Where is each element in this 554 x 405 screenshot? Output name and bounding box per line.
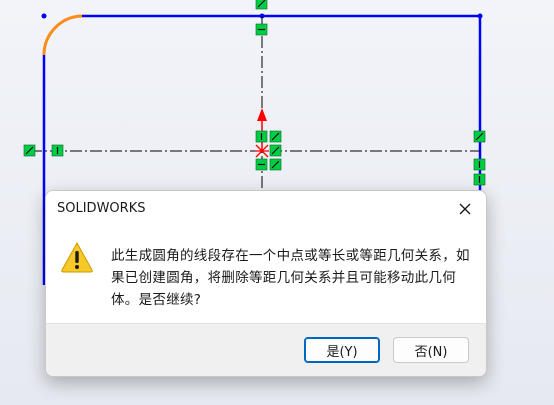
confirm-dialog: SOLIDWORKS 此生成圆角的线段存在一个中点或等长或等距几何关系，如果已创… (45, 190, 487, 377)
sketch-endpoint[interactable] (41, 13, 47, 19)
coincident-relation-icon (269, 144, 282, 157)
coincident-relation-icon (23, 144, 36, 157)
dialog-message: 此生成圆角的线段存在一个中点或等长或等距几何关系，如果已创建圆角，将删除等距几何… (111, 248, 470, 308)
no-button[interactable]: 否(N) (393, 337, 469, 363)
horizontal-relation-icon (255, 158, 268, 171)
sketch-fillet-arc[interactable] (42, 14, 83, 56)
close-icon (459, 200, 471, 219)
sketch-endpoint[interactable] (477, 13, 483, 19)
dialog-title: SOLIDWORKS (57, 201, 146, 216)
vertical-relation-icon (51, 144, 64, 157)
coincident-relation-icon (269, 130, 282, 143)
horizontal-relation-icon (255, 23, 268, 36)
close-button[interactable] (452, 196, 478, 222)
coincident-relation-icon (269, 158, 282, 171)
vertical-relation-icon (255, 130, 268, 143)
warning-icon (60, 241, 94, 273)
vertical-relation-icon (473, 158, 486, 171)
relation-markers[interactable] (23, 0, 486, 186)
yes-button[interactable]: 是(Y) (304, 337, 380, 363)
coincident-relation-icon (473, 130, 486, 143)
midpoint-relation-icon (255, 0, 268, 10)
dialog-footer: 是(Y) 否(N) (46, 323, 486, 376)
vertical-relation-icon (473, 173, 486, 186)
dialog-titlebar[interactable]: SOLIDWORKS (46, 191, 486, 227)
dialog-body: 此生成圆角的线段存在一个中点或等长或等距几何关系，如果已创建圆角，将删除等距几何… (46, 227, 486, 323)
